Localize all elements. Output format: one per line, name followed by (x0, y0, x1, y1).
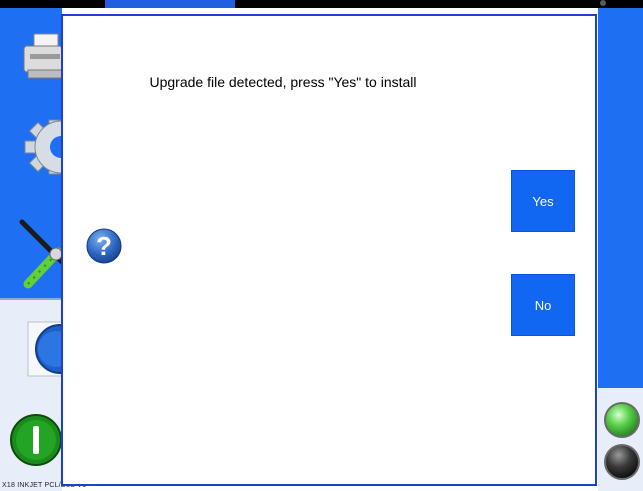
status-light-green (604, 402, 640, 438)
yes-button[interactable]: Yes (511, 170, 575, 232)
power-icon (10, 414, 62, 466)
svg-text:?: ? (96, 231, 112, 261)
sidebar-item-power[interactable] (0, 412, 62, 468)
off-light-icon (604, 444, 640, 480)
status-light-off (604, 444, 640, 480)
tools-icon (19, 219, 62, 289)
sidebar-divider (0, 298, 62, 300)
green-light-icon (604, 402, 640, 438)
sidebar-item-printer[interactable] (0, 30, 62, 88)
dialog-message: Upgrade file detected, press "Yes" to in… (149, 74, 417, 90)
sidebar-item-info[interactable] (0, 318, 62, 380)
top-bar (0, 0, 643, 8)
printer-icon (23, 33, 62, 79)
gear-icon (24, 119, 62, 175)
sidebar-item-settings[interactable] (0, 112, 62, 182)
info-icon (27, 321, 62, 377)
no-button[interactable]: No (511, 274, 575, 336)
sidebar-item-tools[interactable] (0, 214, 62, 290)
question-icon: ? (86, 228, 122, 264)
top-tab-indicator (105, 0, 235, 8)
top-dot-icon (600, 0, 606, 6)
upgrade-dialog: Upgrade file detected, press "Yes" to in… (61, 14, 597, 486)
